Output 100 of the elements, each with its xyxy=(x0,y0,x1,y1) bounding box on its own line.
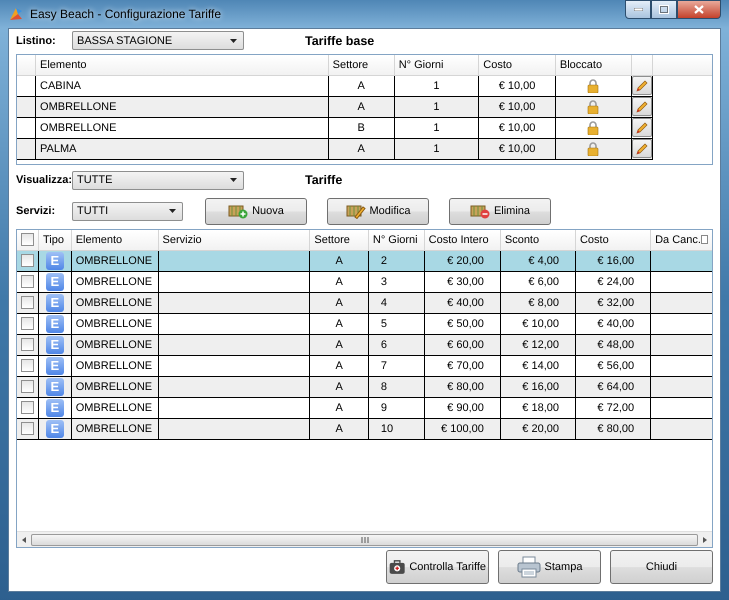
table-cell: PALMA xyxy=(36,138,328,159)
table-cell: € 72,00 xyxy=(575,397,651,418)
print-button[interactable]: Stampa xyxy=(498,550,601,584)
table-cell: € 12,00 xyxy=(500,334,576,355)
table-cell: € 4,00 xyxy=(500,250,576,271)
delete-button[interactable]: Elimina xyxy=(449,198,551,224)
column-header: Costo Intero xyxy=(424,230,500,250)
row-header xyxy=(17,117,36,138)
column-header: Sconto xyxy=(500,230,576,250)
maximize-icon xyxy=(659,5,669,14)
table-cell: 5 xyxy=(368,313,424,334)
table-row[interactable]: E OMBRELLONE A 9 € 90,00 € 18,00 € 72,00 xyxy=(17,397,712,418)
pencil-icon xyxy=(634,142,649,156)
visualizza-dropdown[interactable]: TUTTE xyxy=(72,170,244,190)
table-cell: 3 xyxy=(368,271,424,292)
table-cell: A xyxy=(328,96,394,117)
dropdown-caret-icon xyxy=(230,38,237,42)
close-button[interactable] xyxy=(677,0,721,19)
column-header: Da Canc. xyxy=(655,234,701,246)
table-cell: OMBRELLONE xyxy=(71,334,158,355)
table-row[interactable]: E OMBRELLONE A 8 € 80,00 € 16,00 € 64,00 xyxy=(17,376,712,397)
table-cell: € 100,00 xyxy=(424,418,500,439)
select-all-checkbox[interactable] xyxy=(21,233,34,246)
table-row[interactable]: E OMBRELLONE A 10 € 100,00 € 20,00 € 80,00 xyxy=(17,418,712,439)
edit-button[interactable] xyxy=(632,139,652,158)
table-cell: OMBRELLONE xyxy=(71,250,158,271)
check-button[interactable]: Controlla Tariffe xyxy=(386,550,489,584)
table-cell: A xyxy=(310,292,368,313)
table-cell: € 20,00 xyxy=(500,418,576,439)
table-cell: € 16,00 xyxy=(500,376,576,397)
table-row[interactable]: E OMBRELLONE A 4 € 40,00 € 8,00 € 32,00 xyxy=(17,292,712,313)
table-row[interactable]: E OMBRELLONE A 3 € 30,00 € 6,00 € 24,00 xyxy=(17,271,712,292)
table-cell: A xyxy=(310,334,368,355)
table-cell: € 10,00 xyxy=(478,75,556,96)
table-row[interactable]: E OMBRELLONE A 6 € 60,00 € 12,00 € 48,00 xyxy=(17,334,712,355)
column-header: Servizio xyxy=(158,230,310,250)
table-cell: € 40,00 xyxy=(424,292,500,313)
table-cell: CABINA xyxy=(36,75,328,96)
table-cell: € 50,00 xyxy=(424,313,500,334)
type-badge: E xyxy=(46,294,64,312)
edit-button[interactable] xyxy=(632,97,652,116)
table-row[interactable]: E OMBRELLONE A 2 € 20,00 € 4,00 € 16,00 xyxy=(17,250,712,271)
table-cell: € 16,00 xyxy=(575,250,651,271)
row-checkbox[interactable] xyxy=(21,338,34,351)
row-checkbox[interactable] xyxy=(21,317,34,330)
row-checkbox[interactable] xyxy=(21,254,34,267)
edit-button[interactable] xyxy=(632,76,652,95)
type-badge: E xyxy=(46,272,64,290)
table-cell: € 18,00 xyxy=(500,397,576,418)
table-cell: € 8,00 xyxy=(500,292,576,313)
table-row[interactable]: E OMBRELLONE A 5 € 50,00 € 10,00 € 40,00 xyxy=(17,313,712,334)
type-badge: E xyxy=(46,336,64,354)
scroll-thumb[interactable] xyxy=(31,534,698,546)
field-label: Listino: xyxy=(16,34,57,46)
edit-button[interactable] xyxy=(632,118,652,137)
servizi-dropdown[interactable]: TUTTI xyxy=(72,202,183,220)
minimize-button[interactable] xyxy=(625,0,651,19)
row-header xyxy=(17,75,36,96)
close-button[interactable]: Chiudi xyxy=(610,550,713,584)
row-checkbox[interactable] xyxy=(21,275,34,288)
table-cell: € 10,00 xyxy=(478,96,556,117)
table-cell: 9 xyxy=(368,397,424,418)
horizontal-scrollbar[interactable] xyxy=(17,531,712,547)
dropdown-caret-icon xyxy=(169,209,176,213)
table-cell: € 80,00 xyxy=(424,376,500,397)
listino-dropdown[interactable]: BASSA STAGIONE xyxy=(72,31,244,50)
field-label: Visualizza: xyxy=(16,174,72,186)
table-row[interactable]: E OMBRELLONE A 7 € 70,00 € 14,00 € 56,00 xyxy=(17,355,712,376)
table-cell: OMBRELLONE xyxy=(71,271,158,292)
type-badge: E xyxy=(46,398,64,416)
maximize-button[interactable] xyxy=(651,0,677,19)
field-label: Servizi: xyxy=(16,205,56,217)
column-header: Costo xyxy=(478,55,556,75)
column-header: Settore xyxy=(328,55,394,75)
table-cell: A xyxy=(310,397,368,418)
table-cell: € 24,00 xyxy=(575,271,651,292)
table-cell: 6 xyxy=(368,334,424,355)
row-checkbox[interactable] xyxy=(21,422,34,435)
type-badge: E xyxy=(46,378,64,396)
column-header: Costo xyxy=(575,230,651,250)
table-cell: A xyxy=(310,376,368,397)
table-cell: 1 xyxy=(394,138,479,159)
table-cell: OMBRELLONE xyxy=(36,96,328,117)
row-checkbox[interactable] xyxy=(21,296,34,309)
table-cell: € 10,00 xyxy=(478,117,556,138)
minimize-icon xyxy=(634,8,642,11)
row-checkbox[interactable] xyxy=(21,401,34,414)
table-cell: 1 xyxy=(394,117,479,138)
edit-button[interactable]: Modifica xyxy=(327,198,429,224)
grid-pencil-icon xyxy=(346,203,366,219)
row-checkbox[interactable] xyxy=(21,380,34,393)
table-cell: € 10,00 xyxy=(500,313,576,334)
table-cell: 7 xyxy=(368,355,424,376)
dropdown-caret-icon xyxy=(230,178,237,182)
table-cell: OMBRELLONE xyxy=(71,418,158,439)
table-cell: A xyxy=(310,250,368,271)
new-button[interactable]: Nuova xyxy=(205,198,307,224)
table-cell: A xyxy=(310,271,368,292)
row-checkbox[interactable] xyxy=(21,359,34,372)
table-cell: OMBRELLONE xyxy=(71,376,158,397)
